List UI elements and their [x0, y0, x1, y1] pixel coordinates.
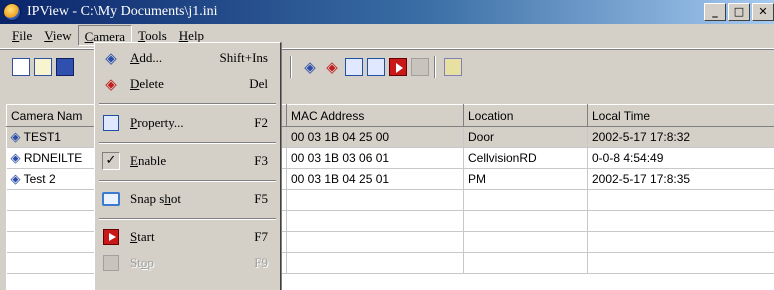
camera-icon: ◈ [10, 150, 21, 166]
close-icon: ✕ [758, 5, 768, 18]
save-icon[interactable] [56, 58, 74, 76]
snapshot-icon [102, 192, 120, 206]
app-icon[interactable] [3, 3, 21, 21]
maximize-button[interactable]: □ [728, 3, 750, 21]
stop-icon [411, 58, 429, 76]
maximize-icon: □ [733, 5, 745, 18]
minimize-button[interactable]: _ [704, 3, 726, 21]
minimize-icon: _ [712, 5, 718, 18]
close-button[interactable]: ✕ [752, 3, 774, 21]
property-icon[interactable] [345, 58, 363, 76]
menu-item-start[interactable]: Start F7 [97, 224, 278, 250]
column-header-location[interactable]: Location [463, 104, 588, 127]
stop-icon [103, 255, 119, 271]
title-bar: IPView - C:\My Documents\j1.ini _ □ ✕ [0, 0, 774, 24]
add-camera-icon[interactable]: ◈ [301, 58, 319, 76]
camera-icon: ◈ [10, 129, 21, 145]
column-header-local-time[interactable]: Local Time [587, 104, 774, 127]
delete-camera-icon[interactable]: ◈ [323, 58, 341, 76]
menu-item-snapshot[interactable]: Snap shot F5 [97, 186, 278, 212]
column-header-mac-address[interactable]: MAC Address [286, 104, 464, 127]
start-icon [103, 229, 119, 245]
property-icon [103, 115, 119, 131]
window-title: IPView - C:\My Documents\j1.ini [27, 4, 218, 19]
camera-delete-icon: ◈ [105, 75, 117, 93]
menu-item-add[interactable]: ◈ Add... Shift+Ins [97, 45, 278, 71]
snapshot-icon[interactable] [367, 58, 385, 76]
tool-icon[interactable] [444, 58, 462, 76]
camera-add-icon: ◈ [105, 49, 117, 67]
menu-item-enable[interactable]: ✓ Enable F3 [97, 148, 278, 174]
camera-menu-dropdown: ◈ Add... Shift+Ins ◈ Delete Del Property… [94, 42, 281, 290]
open-file-icon[interactable] [34, 58, 52, 76]
menu-view[interactable]: View [38, 25, 77, 46]
menu-item-stop: Stop F9 [97, 250, 278, 276]
new-file-icon[interactable] [12, 58, 30, 76]
menu-file[interactable]: File [6, 25, 38, 46]
menu-item-property[interactable]: Property... F2 [97, 110, 278, 136]
check-icon: ✓ [102, 152, 120, 170]
start-icon[interactable] [389, 58, 407, 76]
camera-icon: ◈ [10, 171, 21, 187]
menu-item-delete[interactable]: ◈ Delete Del [97, 71, 278, 97]
